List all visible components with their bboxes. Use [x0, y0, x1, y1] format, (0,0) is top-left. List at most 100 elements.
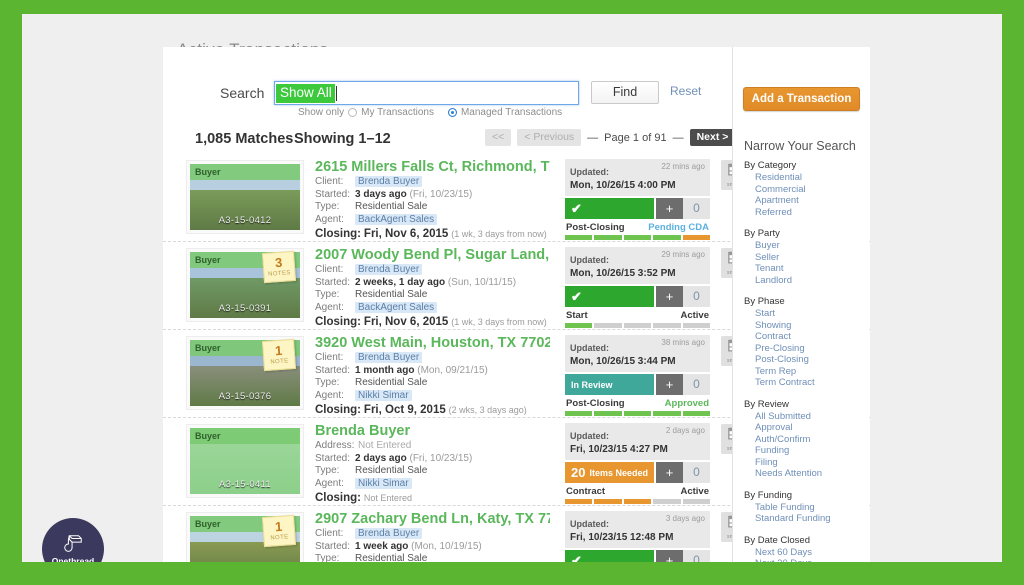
- show-only-options: Show only My Transactions Managed Transa…: [298, 107, 562, 118]
- show-only-label: Show only: [298, 107, 345, 118]
- file-id: A3-15-0412: [218, 215, 272, 226]
- item-count[interactable]: 0: [683, 286, 710, 307]
- reset-link[interactable]: Reset: [670, 84, 701, 98]
- facet-heading: By Party: [744, 228, 780, 239]
- field-type-value: Residential Sale: [355, 377, 428, 388]
- notes-badge[interactable]: 1 NOTE: [261, 514, 297, 548]
- field-client-label: Address:: [315, 440, 355, 451]
- status-action-button[interactable]: 20 Items Needed: [565, 462, 654, 483]
- facet-item-tenant[interactable]: Tenant: [744, 263, 864, 275]
- facet-item-showing[interactable]: Showing: [744, 320, 864, 332]
- item-count[interactable]: 0: [683, 550, 710, 562]
- phase-segment-3: [623, 235, 652, 240]
- check-icon: ✔: [571, 288, 582, 304]
- facet-item-approval[interactable]: Approval: [744, 422, 864, 434]
- notes-badge[interactable]: 1 NOTE: [261, 338, 297, 372]
- add-transaction-button[interactable]: Add a Transaction: [743, 87, 860, 111]
- showing-range: Showing 1–12: [294, 131, 391, 147]
- item-count[interactable]: 0: [683, 462, 710, 483]
- facet-item-table-funding[interactable]: Table Funding: [744, 502, 864, 514]
- field-agent-label: Agent:: [315, 477, 344, 489]
- facet-item-filing[interactable]: Filing: [744, 457, 864, 469]
- closing-date: Fri, Oct 9, 2015: [363, 404, 446, 416]
- phase-name: Start: [566, 310, 588, 321]
- field-type-label: Type:: [315, 289, 340, 300]
- facet-item-needs-attention[interactable]: Needs Attention: [744, 468, 864, 480]
- phase-status: Approved: [664, 398, 709, 409]
- status-action-button[interactable]: ✔: [565, 286, 654, 307]
- facet-item-funding[interactable]: Funding: [744, 445, 864, 457]
- facet-item-all-submitted[interactable]: All Submitted: [744, 411, 864, 423]
- transaction-title-link[interactable]: 2615 Millers Falls Ct, Richmond, TX ...: [315, 158, 550, 176]
- facet-item-post-closing[interactable]: Post-Closing: [744, 354, 864, 366]
- facet-item-referred[interactable]: Referred: [744, 207, 864, 219]
- facet-item-next-30-days[interactable]: Next 30 Days: [744, 558, 864, 562]
- radio-my-transactions[interactable]: [348, 108, 358, 117]
- transaction-title-link[interactable]: Brenda Buyer: [315, 422, 550, 440]
- status-action-button[interactable]: ✔: [565, 550, 654, 562]
- dash-left: —: [587, 131, 599, 144]
- add-item-button[interactable]: +: [656, 374, 683, 395]
- updated-relative: 2 days ago: [665, 426, 705, 435]
- facet-item-apartment[interactable]: Apartment: [744, 195, 864, 207]
- facet-item-contract[interactable]: Contract: [744, 331, 864, 343]
- facet-item-next-60-days[interactable]: Next 60 Days: [744, 547, 864, 559]
- add-item-button[interactable]: +: [656, 198, 683, 219]
- previous-page-button[interactable]: < Previous: [517, 129, 582, 146]
- field-started-label: Started:: [315, 276, 351, 288]
- radio-managed-transactions[interactable]: [447, 108, 457, 117]
- item-count[interactable]: 0: [683, 374, 710, 395]
- facet-heading: By Phase: [744, 296, 785, 307]
- facet-item-commercial[interactable]: Commercial: [744, 184, 864, 196]
- field-agent: Agent: Nikki Simar: [315, 389, 550, 403]
- first-page-button[interactable]: <<: [485, 129, 512, 146]
- notes-badge[interactable]: 3 NOTES: [261, 250, 297, 284]
- field-started: Started: 3 days ago (Fri, 10/23/15): [315, 189, 550, 202]
- facet-item-standard-funding[interactable]: Standard Funding: [744, 513, 864, 525]
- search-input[interactable]: Show All: [274, 81, 579, 105]
- facet-group: By Category Residential Commercial Apartmen…: [744, 159, 864, 218]
- facet-item-start[interactable]: Start: [744, 308, 864, 320]
- next-page-button[interactable]: Next >: [689, 129, 736, 146]
- logo-text: Onethread: [51, 555, 95, 563]
- transaction-title-link[interactable]: 3920 West Main, Houston, TX 77027: [315, 334, 550, 352]
- add-item-button[interactable]: +: [656, 286, 683, 307]
- property-thumbnail[interactable]: Buyer A3-15-0412: [186, 160, 304, 234]
- phase-status: Active: [680, 486, 709, 497]
- field-agent: Agent: BackAgent Sales: [315, 213, 550, 227]
- facet-item-pre-closing[interactable]: Pre-Closing: [744, 343, 864, 355]
- facet-heading: By Date Closed: [744, 534, 811, 546]
- updated-block: Updated: 29 mins ago Mon, 10/26/15 3:52 …: [565, 247, 710, 284]
- radio-my-transactions-label[interactable]: My Transactions: [361, 107, 434, 118]
- status-action-button[interactable]: ✔: [565, 198, 654, 219]
- field-started: Started: 2 weeks, 1 day ago (Sun, 10/11/…: [315, 277, 550, 290]
- phase-labels: Post-Closing Approved: [565, 398, 710, 409]
- property-thumbnail[interactable]: Buyer A3-15-0411: [186, 424, 304, 498]
- phase-segment-5: [682, 323, 711, 328]
- radio-managed-transactions-label[interactable]: Managed Transactions: [461, 107, 562, 118]
- facet-item-term-contract[interactable]: Term Contract: [744, 377, 864, 389]
- phase-segment-3: [623, 499, 652, 504]
- facet-item-term-rep[interactable]: Term Rep: [744, 366, 864, 378]
- status-action-button[interactable]: In Review: [565, 374, 654, 395]
- updated-timestamp: Fri, 10/23/15 4:27 PM: [570, 444, 668, 455]
- facet-item-buyer[interactable]: Buyer: [744, 240, 864, 252]
- facet-item-seller[interactable]: Seller: [744, 252, 864, 264]
- facet-heading: By Review: [744, 398, 789, 410]
- transaction-title-link[interactable]: 2007 Woody Bend Pl, Sugar Land, TX: [315, 246, 550, 264]
- add-item-button[interactable]: +: [656, 462, 683, 483]
- field-agent-label: Agent:: [315, 213, 344, 225]
- field-closing: Closing: Fri, Oct 9, 2015 (2 wks, 3 days…: [315, 404, 550, 416]
- add-item-button[interactable]: +: [656, 550, 683, 562]
- find-button[interactable]: Find: [591, 81, 659, 104]
- item-count[interactable]: 0: [683, 198, 710, 219]
- field-type-value: Residential Sale: [355, 553, 428, 562]
- field-closing: Closing: Fri, Nov 6, 2015 (1 wk, 3 days …: [315, 316, 550, 328]
- transaction-title-link[interactable]: 2907 Zachary Bend Ln, Katy, TX 77494: [315, 510, 550, 528]
- field-started-label: Started:: [315, 188, 351, 200]
- facet-item-residential[interactable]: Residential: [744, 172, 864, 184]
- facet-item-landlord[interactable]: Landlord: [744, 275, 864, 287]
- field-client-value: Not Entered: [358, 440, 412, 451]
- phase-segment-1: [565, 235, 593, 240]
- facet-item-auth-confirm[interactable]: Auth/Confirm: [744, 434, 864, 446]
